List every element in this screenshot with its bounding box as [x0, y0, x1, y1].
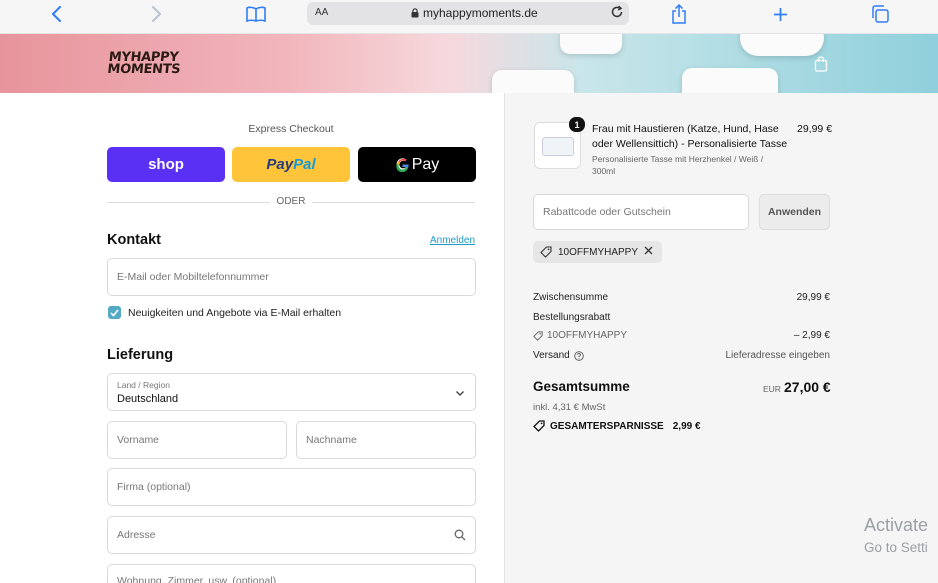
tax-note: inkl. 4,31 € MwSt	[533, 402, 606, 413]
first-name-placeholder: Vorname	[117, 434, 160, 446]
newsletter-label: Neuigkeiten und Angebote via E-Mail erha…	[128, 307, 342, 319]
activation-watermark-subtitle: Go to Setti	[864, 540, 928, 555]
newsletter-checkbox[interactable]	[108, 306, 121, 319]
applied-discount-tag: 10OFFMYHAPPY	[533, 241, 663, 263]
product-thumbnail: 1	[534, 117, 585, 169]
currency-code: EUR	[763, 384, 781, 394]
discount-code-text: 10OFFMYHAPPY	[547, 330, 628, 341]
banner-mug-image	[492, 70, 574, 93]
savings-label: GESAMTERSPARNISSE	[550, 420, 664, 432]
url-text: myhappymoments.de	[423, 6, 538, 20]
back-icon[interactable]	[46, 0, 66, 28]
google-g-icon	[395, 158, 409, 172]
browser-toolbar: AA myhappymoments.de	[0, 0, 938, 34]
total-savings: GESAMTERSPARNISSE 2,99 €	[533, 420, 701, 432]
savings-value: 2,99 €	[672, 420, 701, 432]
brand-logo[interactable]: MYHAPPY MOMENTS	[106, 50, 182, 77]
banner-mug-image	[682, 68, 778, 93]
product-variant: Personalisierte Tasse mit Herzhenkel / W…	[592, 154, 764, 176]
email-placeholder: E-Mail oder Mobiltelefonnummer	[117, 271, 269, 283]
discount-code-input[interactable]: Rabattcode oder Gutschein	[533, 194, 749, 230]
paypal-label-part1: Pay	[266, 156, 294, 173]
company-placeholder: Firma (optional)	[117, 481, 191, 493]
email-field[interactable]: E-Mail oder Mobiltelefonnummer	[107, 258, 476, 296]
logo-line-2: MOMENTS	[106, 62, 182, 77]
last-name-field[interactable]: Nachname	[296, 421, 476, 459]
shopping-bag-icon[interactable]	[814, 56, 828, 77]
tabs-overview-icon[interactable]	[869, 0, 891, 28]
address-placeholder: Adresse	[117, 529, 156, 541]
subtotal-label: Zwischensumme	[533, 292, 609, 303]
apartment-field[interactable]: Wohnung, Zimmer, usw. (optional)	[107, 564, 476, 583]
lock-icon	[411, 8, 419, 18]
first-name-field[interactable]: Vorname	[107, 421, 287, 459]
checkmark-icon	[110, 308, 119, 317]
order-discount-label: Bestellungsrabatt	[533, 312, 611, 323]
checkout-form: Express Checkout shop Pay Pal Pay ODER Ko…	[0, 93, 504, 583]
chevron-down-icon	[455, 388, 465, 400]
address-field[interactable]: Adresse	[107, 516, 476, 554]
applied-code-text: 10OFFMYHAPPY	[558, 246, 639, 258]
tag-icon	[533, 420, 545, 432]
express-checkout-title: Express Checkout	[248, 123, 334, 135]
shop-pay-label: shop	[148, 156, 184, 173]
delivery-heading: Lieferung	[107, 347, 174, 363]
product-mug-image	[542, 137, 574, 156]
text-size-button[interactable]: AA	[315, 7, 328, 18]
tag-icon	[540, 246, 552, 258]
shipping-label: Versand	[533, 350, 570, 361]
subtotal-value: 29,99 €	[796, 292, 830, 303]
forward-icon[interactable]	[146, 0, 166, 28]
paypal-label-part2: Pal	[293, 156, 316, 173]
apply-discount-button[interactable]: Anwenden	[759, 194, 830, 230]
remove-discount-icon[interactable]	[644, 246, 653, 258]
banner-mug-image	[560, 34, 622, 54]
discount-code-row: 10OFFMYHAPPY	[533, 330, 627, 341]
shipping-row: Versand	[533, 350, 584, 361]
banner-mug-image	[740, 34, 824, 56]
total-value: 27,00 €	[784, 379, 831, 395]
country-select-label: Land / Region	[117, 380, 170, 390]
apartment-placeholder: Wohnung, Zimmer, usw. (optional)	[117, 575, 277, 583]
or-divider-text: ODER	[270, 196, 312, 207]
product-price: 29,99 €	[797, 123, 833, 135]
order-summary: 1 Frau mit Haustieren (Katze, Hund, Hase…	[504, 93, 938, 583]
discount-value: – 2,99 €	[793, 330, 830, 341]
last-name-placeholder: Nachname	[306, 434, 357, 446]
bookmarks-icon[interactable]	[244, 0, 268, 28]
url-display: myhappymoments.de	[411, 6, 538, 20]
header-banner: MYHAPPY MOMENTS	[0, 34, 938, 93]
google-pay-label: Pay	[411, 155, 440, 173]
quantity-badge: 1	[569, 117, 585, 132]
share-icon[interactable]	[668, 0, 690, 28]
help-icon[interactable]	[573, 350, 584, 361]
new-tab-icon[interactable]	[770, 0, 790, 28]
google-pay-button[interactable]: Pay	[358, 147, 476, 182]
country-select[interactable]: Land / Region Deutschland	[107, 373, 476, 411]
total-label: Gesamtsumme	[533, 379, 630, 394]
reload-icon[interactable]	[610, 5, 624, 22]
contact-heading: Kontakt	[107, 232, 161, 248]
discount-placeholder: Rabattcode oder Gutschein	[543, 206, 671, 218]
country-select-value: Deutschland	[117, 393, 179, 405]
search-icon	[454, 529, 466, 544]
activation-watermark-title: Activate	[864, 515, 929, 535]
address-bar[interactable]: AA myhappymoments.de	[307, 2, 629, 25]
shipping-value: Lieferadresse eingeben	[725, 350, 830, 361]
product-title: Frau mit Haustieren (Katze, Hund, Hase o…	[592, 123, 788, 150]
shop-pay-button[interactable]: shop	[107, 147, 225, 182]
company-field[interactable]: Firma (optional)	[107, 468, 476, 506]
tag-icon	[533, 330, 543, 341]
paypal-button[interactable]: Pay Pal	[232, 147, 350, 182]
login-link[interactable]: Anmelden	[430, 235, 475, 246]
